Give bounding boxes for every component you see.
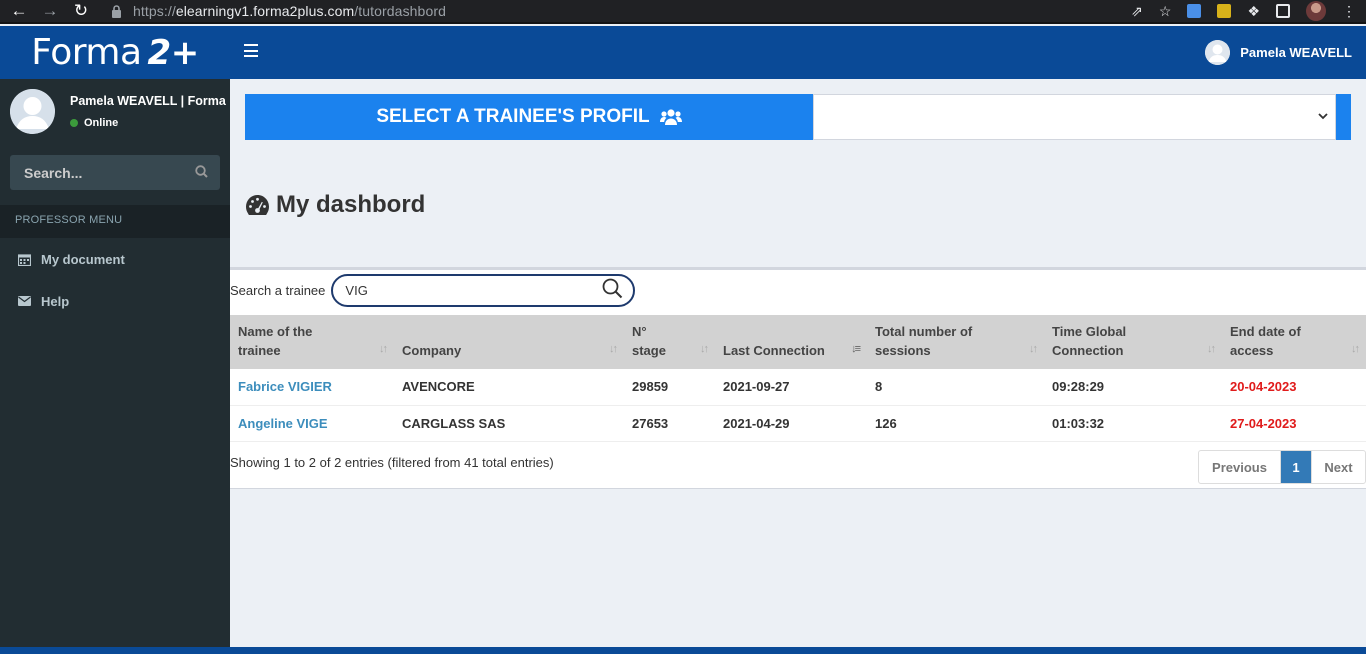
select-trainee-button[interactable]: SELECT A TRAINEE'S PROFIL: [245, 94, 813, 140]
logo-suffix: 2+: [147, 32, 200, 73]
trainee-name-link[interactable]: Fabrice VIGIER: [230, 369, 394, 405]
extension-icon[interactable]: [1187, 4, 1202, 18]
share-icon[interactable]: ⇗: [1131, 3, 1143, 20]
footer-strip: [0, 647, 1366, 654]
profile-avatar[interactable]: [1306, 1, 1326, 21]
company-cell: CARGLASS SAS: [402, 415, 506, 431]
column-header-stage[interactable]: N° stage ↓↑: [624, 315, 715, 369]
header-user-name: Pamela WEAVELL: [1240, 45, 1352, 60]
column-header-time-global[interactable]: Time Global Connection ↓↑: [1044, 315, 1222, 369]
star-icon[interactable]: ☆: [1159, 3, 1172, 20]
reload-icon[interactable]: ↻: [69, 0, 93, 22]
sort-icon: ↓↑: [700, 343, 709, 355]
online-dot-icon: [70, 119, 78, 127]
logo[interactable]: Forma 2+: [0, 26, 230, 79]
page-1-button[interactable]: 1: [1281, 451, 1311, 483]
table-row: Angeline VIGE CARGLASS SAS 27653 2021-04…: [230, 405, 1366, 441]
sort-icon: ↓↑: [609, 343, 618, 355]
table-row: Fabrice VIGIER AVENCORE 29859 2021-09-27…: [230, 369, 1366, 405]
trainees-table-box: Search a trainee Name of thetrainee↓↑ Co…: [230, 267, 1366, 489]
column-header-company[interactable]: Company ↓↑: [394, 315, 624, 369]
forward-icon[interactable]: →: [38, 0, 62, 22]
main-header: Forma 2+ Pamela WEAVELL: [0, 26, 1366, 79]
trainee-select-bar: SELECT A TRAINEE'S PROFIL: [245, 94, 1351, 140]
menu-header: PROFESSOR MENU: [0, 205, 230, 238]
hamburger-menu-icon[interactable]: [244, 44, 258, 57]
puzzle-icon[interactable]: ❖: [1247, 3, 1260, 20]
pagination: Previous 1 Next: [1198, 450, 1366, 484]
previous-page-button[interactable]: Previous: [1199, 451, 1281, 483]
next-page-button[interactable]: Next: [1311, 451, 1365, 483]
trainee-search-row: Search a trainee: [230, 270, 636, 310]
select-edge: [1336, 94, 1351, 140]
column-header-sessions[interactable]: Total number of sessions ↓↑: [867, 315, 1044, 369]
end-date-cell: 20-04-2023: [1230, 379, 1297, 395]
back-icon[interactable]: ←: [7, 0, 31, 22]
header-user-menu[interactable]: Pamela WEAVELL: [1205, 40, 1352, 65]
sidebar-search-placeholder: Search...: [24, 164, 83, 181]
trainee-search-input[interactable]: [345, 282, 603, 298]
search-label: Search a trainee: [230, 282, 326, 298]
end-date-cell: 27-04-2023: [1230, 415, 1297, 431]
lock-icon: [111, 4, 123, 18]
logo-text: Forma: [31, 32, 142, 73]
stage-cell: 27653: [632, 415, 669, 431]
sidepanel-icon[interactable]: [1276, 4, 1290, 18]
sort-icon: ↓↑: [379, 343, 388, 355]
last-connection-cell: 2021-09-27: [723, 379, 790, 395]
time-global-cell: 01:03:32: [1052, 415, 1105, 431]
sidebar-item-my-document[interactable]: My document: [0, 238, 230, 280]
last-connection-cell: 2021-04-29: [723, 415, 790, 431]
table-info: Showing 1 to 2 of 2 entries (filtered fr…: [230, 455, 554, 470]
user-panel: Pamela WEAVELL | Forma Online: [0, 79, 230, 143]
url-host: elearningv1.forma2plus.com: [175, 3, 355, 19]
envelope-icon: [18, 296, 32, 306]
kebab-menu-icon[interactable]: ⋮: [1342, 3, 1356, 20]
address-bar[interactable]: https://elearningv1.forma2plus.com/tutor…: [133, 3, 446, 19]
column-header-last-connection[interactable]: Last Connection ↓≡: [715, 315, 867, 369]
trainee-select[interactable]: [813, 94, 1336, 140]
trainee-name-link[interactable]: Angeline VIGE: [230, 405, 394, 441]
search-icon[interactable]: [602, 278, 623, 302]
status-label: Online: [84, 117, 119, 129]
calendar-icon: [18, 253, 32, 266]
sort-icon: ↓↑: [1029, 343, 1038, 355]
avatar: [1205, 40, 1231, 65]
table-header-row: Name of the trainee ↓↑ Company ↓↑ N° stage ↓↑…: [230, 315, 1366, 369]
time-global-cell: 09:28:29: [1052, 379, 1105, 395]
status-badge: Online: [70, 117, 118, 129]
trainees-table: Name of the trainee ↓↑ Company ↓↑ N° stage ↓↑…: [230, 315, 1366, 442]
page-title-text: My dashbord: [276, 191, 426, 218]
users-icon: [659, 108, 682, 126]
stage-cell: 29859: [632, 379, 669, 395]
sessions-cell: 126: [875, 415, 897, 431]
sidebar-item-label: Help: [41, 293, 70, 309]
avatar: [10, 89, 55, 134]
column-header-name[interactable]: Name of the trainee ↓↑: [230, 315, 394, 369]
chevron-down-icon: [1318, 109, 1330, 123]
sidebar: Pamela WEAVELL | Forma Online Search... …: [0, 79, 230, 647]
company-cell: AVENCORE: [402, 379, 475, 395]
sort-icon: ↓↑: [1351, 343, 1360, 355]
trainee-search-field[interactable]: [331, 273, 636, 307]
extension-icon[interactable]: [1217, 4, 1232, 18]
dashboard-icon: [245, 194, 270, 216]
sessions-cell: 8: [875, 379, 883, 395]
page-title: My dashbord: [245, 191, 425, 219]
url-path: /tutordashbord: [354, 3, 446, 19]
select-trainee-label: SELECT A TRAINEE'S PROFIL: [376, 106, 650, 127]
url-scheme: https://: [133, 3, 176, 19]
sidebar-search-input[interactable]: Search...: [10, 155, 220, 190]
browser-toolbar: ← → ↻ https://elearningv1.forma2plus.com…: [0, 0, 1366, 24]
column-header-end-date[interactable]: End date of access ↓↑: [1222, 315, 1366, 369]
sidebar-item-help[interactable]: Help: [0, 280, 230, 322]
sort-desc-icon: ↓≡: [851, 343, 861, 355]
content-area: SELECT A TRAINEE'S PROFIL My dashbord Se…: [230, 79, 1366, 647]
sort-icon: ↓↑: [1207, 343, 1216, 355]
sidebar-item-label: My document: [41, 251, 125, 267]
search-icon[interactable]: [195, 164, 208, 181]
sidebar-user-name: Pamela WEAVELL | Forma: [70, 94, 226, 108]
